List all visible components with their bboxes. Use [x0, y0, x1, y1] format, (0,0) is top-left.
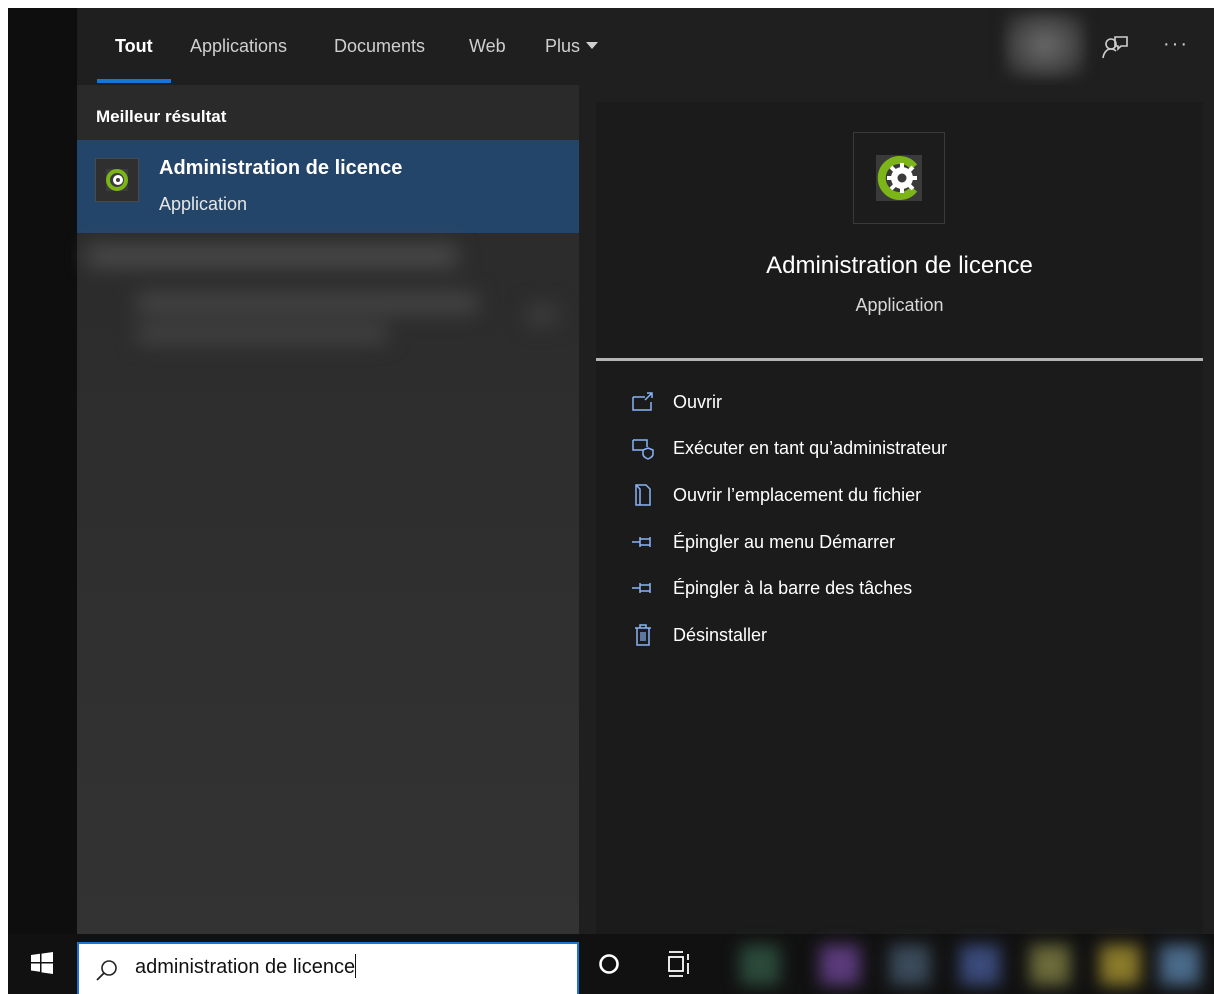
blurred-taskbar-apps [720, 940, 1214, 990]
trash-icon [635, 624, 651, 646]
task-view-icon[interactable] [667, 951, 695, 977]
pin-icon [632, 583, 651, 593]
tab-applications[interactable]: Applications [190, 36, 287, 57]
run-as-admin-icon [632, 439, 654, 460]
best-match-subtitle: Application [159, 194, 248, 214]
blurred-results [87, 245, 567, 355]
tab-more-label: Plus [545, 36, 581, 56]
license-admin-app-icon-large [853, 132, 945, 224]
start-menu-left-strip [8, 8, 77, 934]
avatar[interactable] [1005, 12, 1085, 78]
detail-title: Administration de licence [766, 252, 1033, 279]
search-input[interactable]: administration de licence [77, 942, 579, 994]
app-details: Administration de licence Application Ou… [596, 102, 1203, 945]
more-options-icon[interactable]: ··· [1163, 34, 1191, 62]
divider [596, 358, 1203, 361]
feedback-icon[interactable] [1101, 34, 1129, 62]
search-query: administration de licence [135, 954, 357, 979]
chevron-down-icon [586, 42, 599, 49]
action-uninstall-label: Désinstaller [673, 625, 768, 645]
tab-documents[interactable]: Documents [334, 36, 425, 57]
detail-subtitle: Application [855, 295, 944, 315]
search-icon [96, 960, 117, 981]
action-pin-to-taskbar-label: Épingler à la barre des tâches [673, 578, 913, 598]
tab-more[interactable]: Plus [545, 36, 599, 57]
search-query-text: administration de licence [135, 956, 356, 978]
open-icon [632, 392, 653, 411]
action-open-file-location-label: Ouvrir l’emplacement du fichier [673, 485, 922, 505]
cortana-icon[interactable] [597, 952, 621, 976]
tab-all[interactable]: Tout [115, 36, 153, 57]
file-location-icon [635, 484, 651, 506]
details-panel: Administration de licence Application Ou… [579, 85, 1214, 945]
search-window: Tout Applications Documents Web Plus ···… [8, 8, 1214, 994]
best-match-result[interactable]: Administration de licence Application [77, 140, 579, 233]
tab-web[interactable]: Web [469, 36, 506, 57]
windows-start-icon[interactable] [30, 951, 54, 975]
pin-icon [632, 537, 651, 547]
best-match-heading: Meilleur résultat [96, 107, 227, 126]
license-admin-app-icon [95, 158, 139, 202]
action-pin-to-start-label: Épingler au menu Démarrer [673, 532, 896, 552]
text-cursor [355, 954, 357, 978]
taskbar: administration de licence [8, 934, 1214, 994]
active-tab-indicator [97, 79, 171, 83]
search-scope-tabs: Tout Applications Documents Web Plus ··· [77, 8, 1214, 85]
action-open-label: Ouvrir [673, 392, 722, 412]
results-panel: Meilleur résultat Administration de lice… [77, 85, 579, 934]
best-match-title: Administration de licence [159, 157, 403, 179]
action-run-as-admin-label: Exécuter en tant qu’administrateur [673, 438, 948, 458]
